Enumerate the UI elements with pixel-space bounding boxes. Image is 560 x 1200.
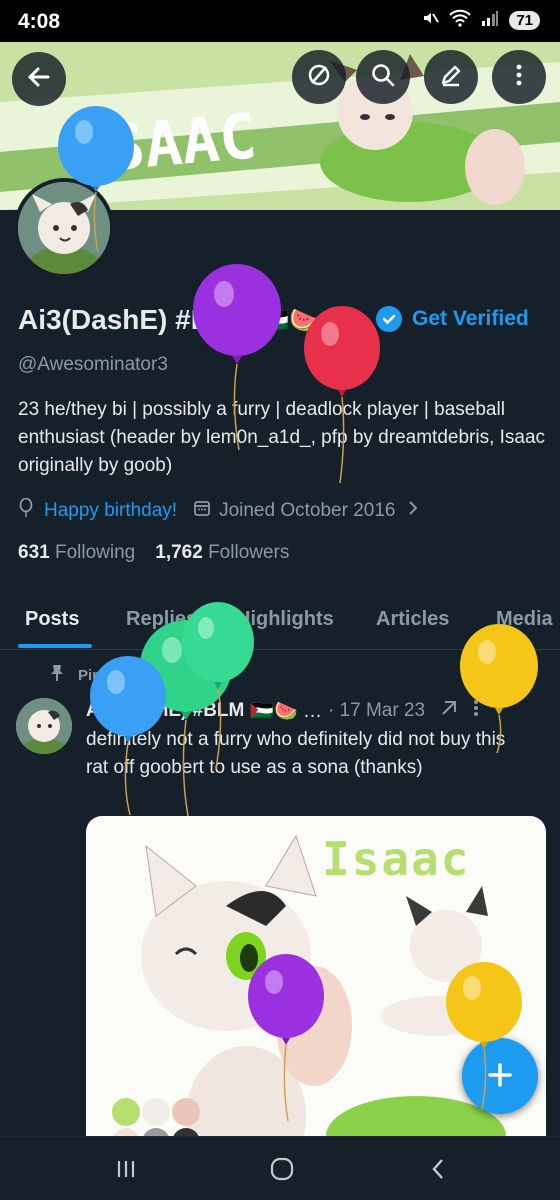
- balloon-yellow-bottom: [446, 962, 522, 1110]
- status-bar: 4:08 71: [0, 0, 560, 42]
- tab-posts[interactable]: Posts: [25, 608, 79, 631]
- battery-indicator: 71: [509, 11, 540, 30]
- user-handle: @Awesominator3: [18, 354, 168, 375]
- back-button[interactable]: [12, 52, 66, 106]
- following-link[interactable]: 631 Following: [18, 542, 135, 564]
- system-back-button[interactable]: [418, 1155, 458, 1187]
- recent-apps-icon: [115, 1158, 137, 1185]
- wifi-icon: [449, 9, 472, 32]
- grok-icon[interactable]: [439, 698, 459, 724]
- recent-apps-button[interactable]: [106, 1155, 146, 1187]
- pin-icon: [50, 664, 64, 686]
- more-vertical-icon: [506, 62, 532, 93]
- chevron-left-icon: [429, 1157, 447, 1186]
- more-button[interactable]: [492, 50, 546, 104]
- get-verified-label: Get Verified: [412, 307, 529, 330]
- following-count: 631: [18, 542, 50, 563]
- following-label: Following: [54, 542, 136, 563]
- joined-date: Joined October 2016: [219, 500, 396, 521]
- system-nav-bar: [0, 1136, 560, 1200]
- balloon-purple-top: [193, 264, 281, 451]
- post-avatar[interactable]: [16, 698, 72, 754]
- hide-button[interactable]: [292, 50, 346, 104]
- home-icon: [269, 1156, 295, 1187]
- balloon-purple-bottom: [248, 954, 324, 1122]
- balloon-yellow-right: [460, 624, 538, 754]
- home-button[interactable]: [262, 1155, 302, 1187]
- balloon-blue-middle: [90, 656, 166, 816]
- post-author-emoji: 🇵🇸🍉 …: [250, 701, 322, 722]
- active-tab-indicator: [18, 644, 92, 648]
- balloon-green-right: [182, 602, 254, 770]
- status-icons: 71: [421, 9, 540, 32]
- balloon-red-top: [304, 306, 380, 484]
- search-button[interactable]: [356, 50, 410, 104]
- arrow-left-icon: [26, 64, 52, 95]
- mute-icon: [421, 9, 440, 32]
- search-icon: [370, 62, 396, 93]
- follow-stats: 631 Following 1,762 Followers: [18, 542, 289, 564]
- signal-icon: [481, 9, 499, 32]
- calendar-icon: [193, 499, 211, 523]
- followers-label: Followers: [208, 542, 290, 563]
- tab-articles[interactable]: Articles: [376, 608, 449, 631]
- profile-meta: Happy birthday! Joined October 2016: [18, 497, 419, 524]
- get-verified-link[interactable]: Get Verified: [376, 306, 529, 332]
- followers-count: 1,762: [155, 542, 203, 563]
- chevron-right-icon[interactable]: [407, 499, 419, 523]
- edit-button[interactable]: [424, 50, 478, 104]
- followers-link[interactable]: 1,762 Followers: [155, 542, 289, 564]
- eye-slash-icon: [306, 62, 332, 93]
- balloon-blue-top: [58, 106, 134, 253]
- post-date[interactable]: · 17 Mar 23: [328, 700, 425, 722]
- balloon-outline-icon: [18, 497, 34, 524]
- pencil-icon: [438, 62, 464, 93]
- status-time: 4:08: [18, 10, 61, 33]
- birthday-link[interactable]: Happy birthday!: [44, 500, 177, 522]
